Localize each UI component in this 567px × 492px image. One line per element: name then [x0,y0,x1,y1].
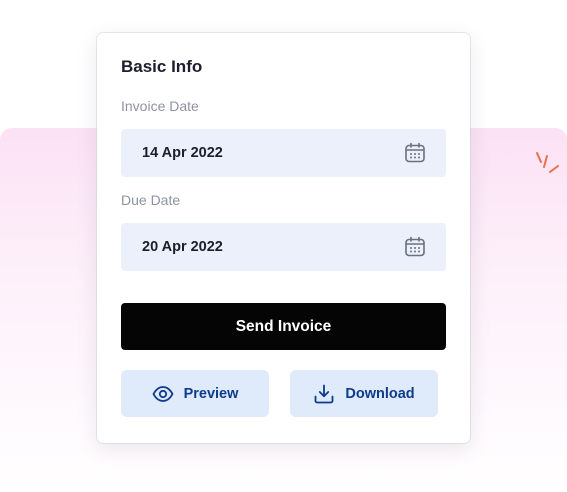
calendar-icon[interactable] [404,236,426,258]
download-button[interactable]: Download [290,370,438,417]
basic-info-card: Basic Info Invoice Date 14 Apr 2022 Due … [97,33,470,443]
eye-icon [152,383,174,405]
card-title: Basic Info [121,57,203,76]
calendar-icon[interactable] [404,142,426,164]
invoice-date-field[interactable]: 14 Apr 2022 [121,129,446,177]
due-date-field[interactable]: 20 Apr 2022 [121,223,446,271]
download-icon [313,383,335,405]
invoice-date-label: Invoice Date [121,98,199,114]
invoice-date-value: 14 Apr 2022 [142,145,223,161]
due-date-label: Due Date [121,192,181,208]
download-label: Download [345,385,415,402]
preview-button[interactable]: Preview [121,370,269,417]
sparkle-decoration-icon [536,152,559,173]
send-invoice-button[interactable]: Send Invoice [121,303,446,350]
due-date-value: 20 Apr 2022 [142,239,223,255]
preview-label: Preview [183,385,239,402]
